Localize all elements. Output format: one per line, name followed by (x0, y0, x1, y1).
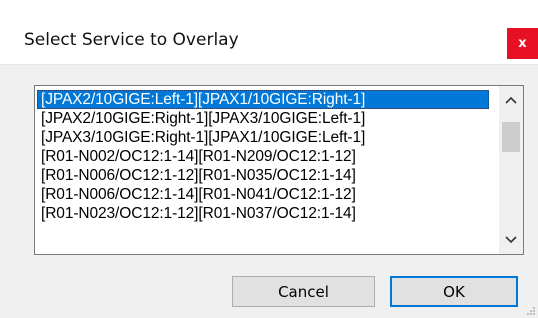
dialog-title: Select Service to Overlay (24, 30, 239, 50)
list-item[interactable]: [JPAX2/10GIGE:Left-1][JPAX1/10GIGE:Right… (37, 90, 489, 109)
scroll-down-button[interactable] (499, 230, 523, 250)
chevron-up-icon (505, 96, 517, 104)
list-item[interactable]: [R01-N023/OC12:1-12][R01-N037/OC12:1-14] (37, 204, 489, 223)
close-icon: x (518, 36, 527, 51)
list-item[interactable]: [R01-N006/OC12:1-12][R01-N035/OC12:1-14] (37, 166, 489, 185)
cancel-button[interactable]: Cancel (232, 276, 375, 307)
ok-button[interactable]: OK (390, 276, 518, 307)
title-bar: Select Service to Overlay x (0, 0, 538, 64)
title-divider (0, 64, 538, 65)
service-listbox[interactable]: [JPAX2/10GIGE:Left-1][JPAX1/10GIGE:Right… (34, 85, 524, 255)
resize-grip-icon[interactable] (526, 306, 536, 316)
service-list: [JPAX2/10GIGE:Left-1][JPAX1/10GIGE:Right… (37, 90, 489, 223)
scroll-up-button[interactable] (499, 90, 523, 110)
close-button[interactable]: x (507, 28, 538, 59)
scrollbar-thumb[interactable] (502, 122, 520, 152)
list-item[interactable]: [JPAX2/10GIGE:Right-1][JPAX3/10GIGE:Left… (37, 109, 489, 128)
vertical-scrollbar[interactable] (499, 86, 523, 254)
list-item[interactable]: [JPAX3/10GIGE:Right-1][JPAX1/10GIGE:Left… (37, 128, 489, 147)
list-item[interactable]: [R01-N002/OC12:1-14][R01-N209/OC12:1-12] (37, 147, 489, 166)
chevron-down-icon (505, 236, 517, 244)
list-item[interactable]: [R01-N006/OC12:1-14][R01-N041/OC12:1-12] (37, 185, 489, 204)
